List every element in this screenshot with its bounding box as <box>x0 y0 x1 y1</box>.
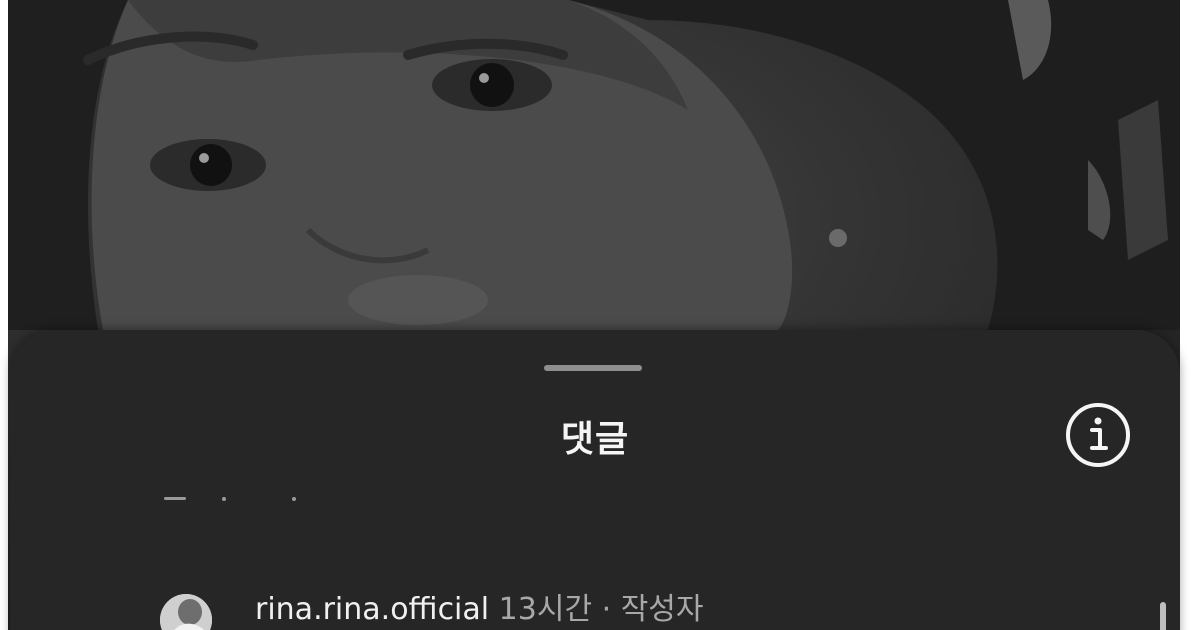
scrollbar[interactable] <box>1160 602 1166 630</box>
comments-sheet: 댓글 rina.rina.official 13시간 · 작성자 <box>10 330 1180 630</box>
sheet-title: 댓글 <box>560 419 630 460</box>
comment-header: rina.rina.official 13시간 · 작성자 <box>255 590 704 630</box>
comment-username[interactable]: rina.rina.official <box>255 592 489 627</box>
avatar-image <box>160 594 212 630</box>
author-badge: 작성자 <box>620 592 704 627</box>
avatar[interactable] <box>160 594 212 630</box>
story-comments-screen: 댓글 rina.rina.official 13시간 · 작성자 <box>0 0 1200 630</box>
info-button[interactable] <box>1065 402 1131 468</box>
info-circle-icon <box>1066 403 1130 467</box>
comment-time: 13시간 <box>498 592 593 627</box>
comment-separator: · <box>601 592 612 627</box>
sheet-drag-handle[interactable] <box>544 365 642 371</box>
loading-placeholder <box>164 497 296 501</box>
comment-item[interactable]: rina.rina.official 13시간 · 작성자 <box>160 588 1110 630</box>
